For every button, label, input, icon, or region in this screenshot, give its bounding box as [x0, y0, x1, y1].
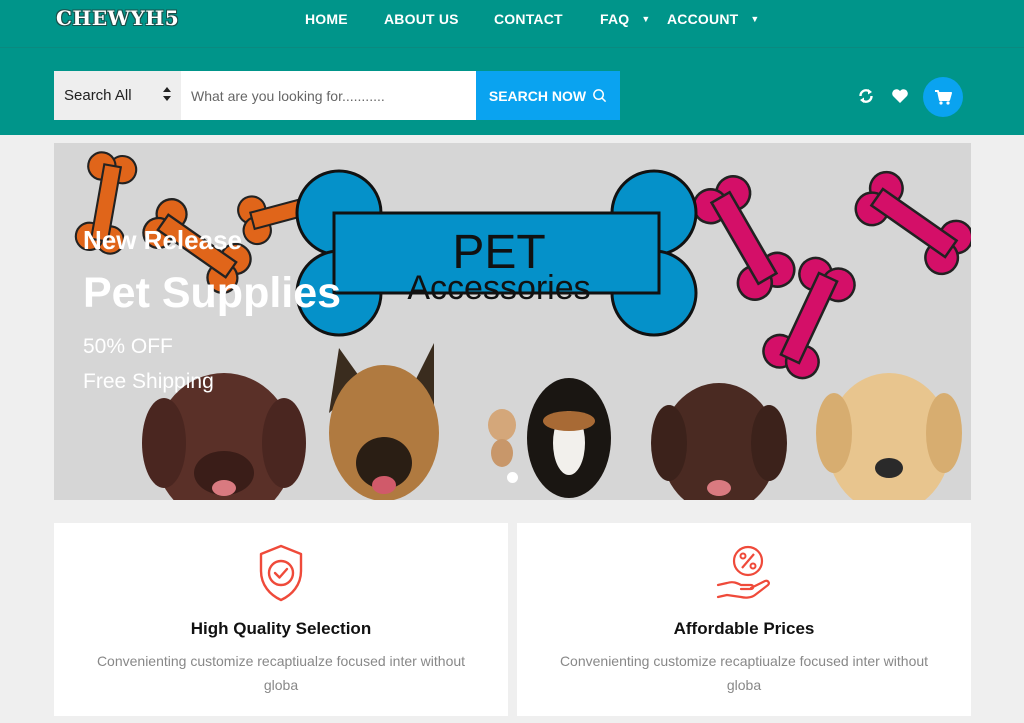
- hand-percent-icon: [716, 545, 770, 599]
- feature-description: Convenienting customize recaptiualze foc…: [96, 653, 466, 693]
- search-icon: [593, 89, 607, 103]
- search-now-label: SEARCH NOW: [488, 87, 587, 104]
- search-input[interactable]: [181, 71, 476, 120]
- hero-banner-artwork: PET Accessories: [54, 143, 971, 500]
- nav-faq[interactable]: FAQ ▼: [600, 11, 651, 27]
- dog-bernese: [527, 378, 611, 498]
- feature-card-quality: High Quality Selection Convenienting cus…: [54, 523, 508, 716]
- banner-word-accessories: Accessories: [407, 269, 590, 307]
- nav-contact[interactable]: CONTACT: [494, 11, 563, 27]
- dog-shepherd-left: [329, 343, 439, 500]
- refresh-icon[interactable]: [855, 85, 877, 107]
- feature-title: Affordable Prices: [673, 619, 815, 638]
- nav-about-us[interactable]: ABOUT US: [384, 11, 459, 27]
- feature-card-prices: Affordable Prices Convenienting customiz…: [517, 523, 971, 716]
- nav-home[interactable]: HOME: [305, 11, 348, 27]
- hero-discount: 50% OFF: [83, 335, 173, 358]
- search-now-button[interactable]: SEARCH NOW: [476, 71, 620, 120]
- slider-dot[interactable]: [507, 472, 518, 483]
- nav-account-label: ACCOUNT: [667, 11, 739, 27]
- hero-title: Pet Supplies: [83, 269, 342, 317]
- category-select[interactable]: Search All: [54, 71, 181, 120]
- top-navbar: CHEWYH5 HOME ABOUT US CONTACT FAQ ▼ ACCOU…: [0, 0, 1024, 48]
- select-arrows-icon: [163, 87, 171, 101]
- nav-account[interactable]: ACCOUNT ▼: [667, 11, 760, 27]
- chevron-down-icon: ▼: [750, 14, 760, 24]
- shield-check-icon: [259, 544, 303, 602]
- search-bar-section: Search All SEARCH NOW: [0, 48, 1024, 135]
- cart-button[interactable]: [923, 77, 963, 117]
- hero-kicker: New Release: [83, 225, 242, 255]
- site-logo[interactable]: CHEWYH5: [56, 6, 179, 30]
- cart-icon: [935, 90, 952, 105]
- heart-icon[interactable]: [889, 85, 911, 107]
- feature-description: Convenienting customize recaptiualze foc…: [559, 653, 929, 693]
- category-select-value: Search All: [64, 87, 132, 104]
- nav-faq-label: FAQ: [600, 11, 630, 27]
- hero-shipping: Free Shipping: [83, 370, 214, 393]
- hero-banner[interactable]: PET Accessories New Release Pet Supplies…: [54, 143, 971, 500]
- feature-title: High Quality Selection: [190, 619, 372, 638]
- chevron-down-icon: ▼: [641, 14, 651, 24]
